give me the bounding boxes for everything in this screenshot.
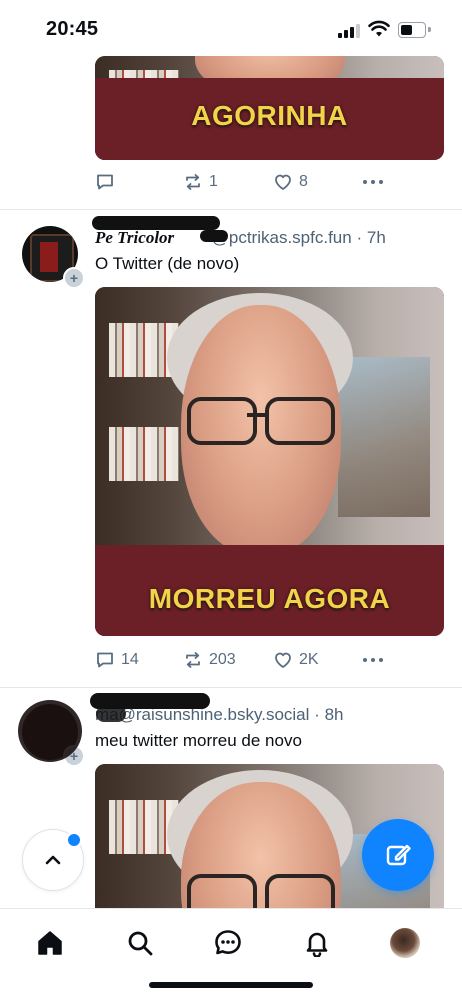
media-caption: MORREU AGORA <box>148 583 391 614</box>
post-time: 7h <box>366 228 386 247</box>
reply-button[interactable]: 14 <box>95 650 139 670</box>
status-bar: 20:45 <box>0 0 462 58</box>
author-handle[interactable]: @pctrikas.spfc.fun <box>212 228 352 247</box>
repost-count: 1 <box>209 173 218 190</box>
tab-notifications[interactable] <box>297 923 337 963</box>
media-caption: AGORINHA <box>191 100 348 131</box>
repost-count: 203 <box>209 651 236 668</box>
chat-bubble-icon <box>97 174 113 190</box>
redaction-scribble <box>200 230 228 242</box>
heart-outline-icon <box>275 652 291 668</box>
post-divider <box>0 687 462 688</box>
reply-button[interactable] <box>95 172 121 192</box>
heart-outline-icon <box>275 174 291 190</box>
post-media-gif[interactable]: AGORINHA <box>95 56 444 160</box>
post-time: 8h <box>324 705 344 724</box>
like-button[interactable]: 8 <box>273 172 308 192</box>
post-divider <box>0 209 462 210</box>
follow-plus-icon[interactable]: + <box>63 267 85 289</box>
compose-pencil-icon <box>386 844 411 866</box>
tab-profile[interactable] <box>385 923 425 963</box>
home-indicator <box>149 982 313 988</box>
wifi-icon <box>368 20 390 37</box>
repost-button[interactable]: 203 <box>183 650 236 670</box>
battery-icon <box>398 22 426 38</box>
header-separator: · <box>314 705 320 724</box>
post-text: meu twitter morreu de novo <box>95 731 302 750</box>
redaction-scribble <box>18 700 82 762</box>
more-options-button[interactable] <box>363 180 383 184</box>
profile-avatar <box>390 928 420 958</box>
tab-search[interactable] <box>120 923 160 963</box>
more-options-button[interactable] <box>363 658 383 662</box>
unread-indicator-dot <box>66 832 82 848</box>
like-button[interactable]: 2K <box>273 650 319 670</box>
reply-count: 14 <box>121 651 139 668</box>
tab-home[interactable] <box>30 923 70 963</box>
chat-bubble-icon <box>97 652 113 668</box>
search-icon <box>128 931 153 956</box>
like-count: 8 <box>299 173 308 190</box>
post-media-gif[interactable]: MORREU AGORA <box>95 287 444 636</box>
cellular-signal-icon <box>338 24 360 38</box>
repost-button[interactable]: 1 <box>183 172 218 192</box>
repost-arrows-icon <box>186 652 200 668</box>
bell-icon <box>306 932 328 957</box>
post-text: O Twitter (de novo) <box>95 254 240 273</box>
redaction-scribble <box>92 216 220 230</box>
post-actions: 14 203 2K <box>95 650 415 672</box>
redaction-scribble <box>96 706 126 722</box>
post-header: Pe Tricolor @pctrikas.spfc.fun · 7h <box>95 228 386 252</box>
chat-icon <box>215 930 241 955</box>
author-display-name[interactable]: Pe Tricolor <box>95 228 174 247</box>
post-actions: 1 8 <box>95 172 415 194</box>
compose-post-button[interactable] <box>362 819 434 891</box>
chevron-up-icon <box>45 855 61 865</box>
like-count: 2K <box>299 651 319 668</box>
home-icon <box>38 931 62 955</box>
header-separator: · <box>356 228 363 247</box>
status-time: 20:45 <box>46 18 99 40</box>
repost-arrows-icon <box>186 174 200 190</box>
tab-chat[interactable] <box>208 923 248 963</box>
